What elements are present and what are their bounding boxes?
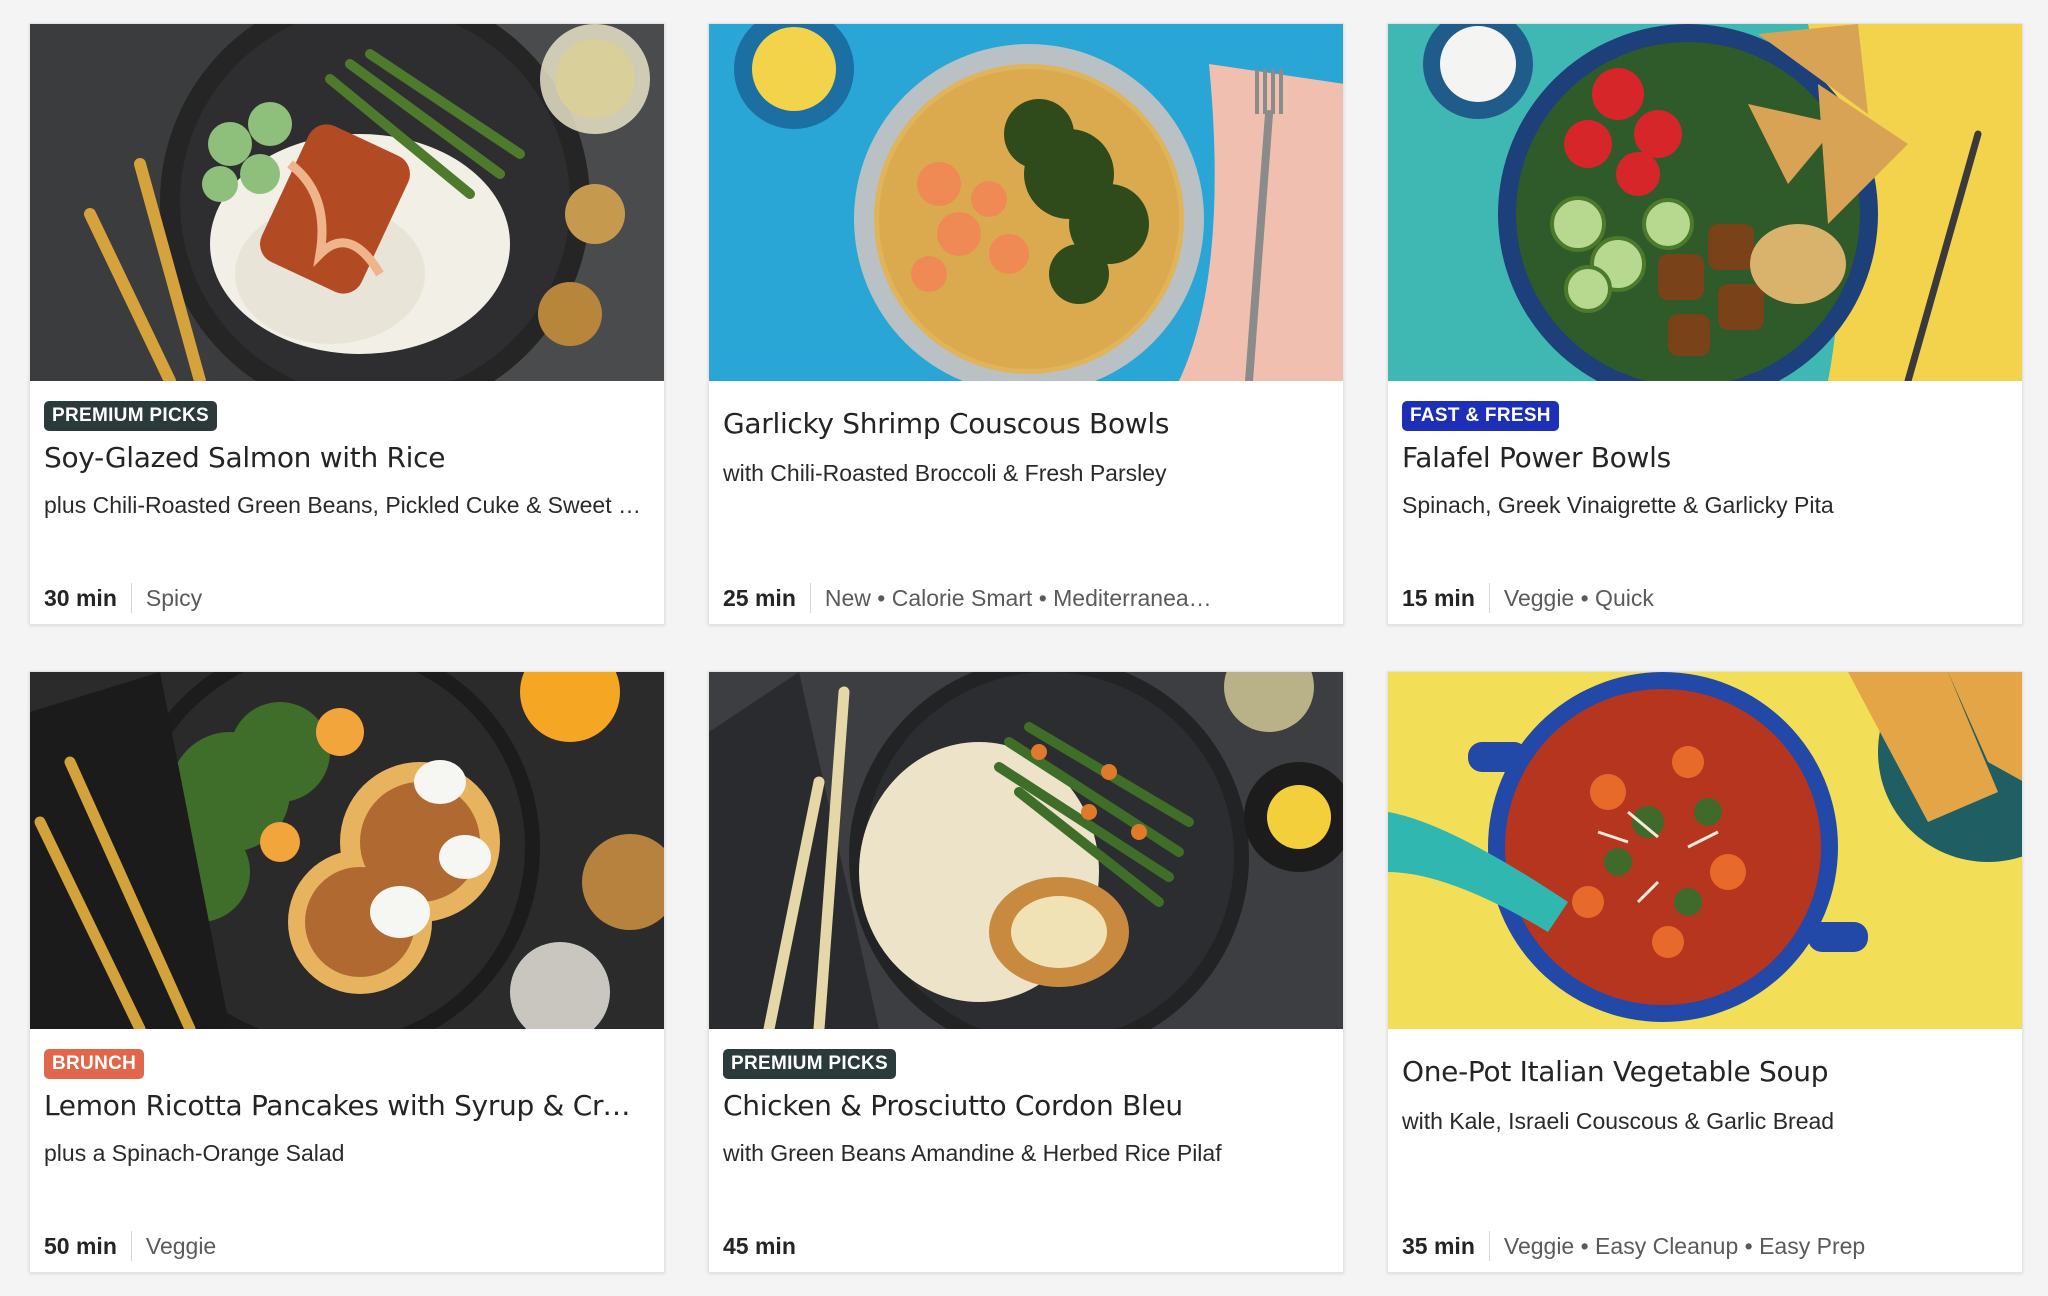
badge-premium-picks: PREMIUM PICKS xyxy=(723,1049,896,1079)
recipe-card-falafel-power-bowls[interactable]: FAST & FRESH Falafel Power Bowls Spinach… xyxy=(1387,23,2023,625)
badge-premium-picks: PREMIUM PICKS xyxy=(44,401,217,431)
recipe-subtitle: with Green Beans Amandine & Herbed Rice … xyxy=(723,1140,1222,1166)
recipe-title: Lemon Ricotta Pancakes with Syrup & Crè… xyxy=(44,1089,644,1122)
recipe-title: Soy-Glazed Salmon with Rice xyxy=(44,441,446,474)
recipe-tags: Veggie • Easy Cleanup • Easy Prep xyxy=(1503,1232,1866,1259)
recipe-card-garlicky-shrimp[interactable]: Garlicky Shrimp Couscous Bowls with Chil… xyxy=(708,23,1344,625)
recipe-photo xyxy=(30,672,664,1029)
recipe-card-body: PREMIUM PICKS Soy-Glazed Salmon with Ric… xyxy=(30,381,664,624)
recipe-title: Falafel Power Bowls xyxy=(1402,441,1671,474)
recipe-subtitle: with Chili-Roasted Broccoli & Fresh Pars… xyxy=(723,460,1167,486)
cook-time: 15 min xyxy=(1402,584,1475,611)
meta-divider xyxy=(1488,583,1490,613)
recipe-card-body: BRUNCH Lemon Ricotta Pancakes with Syrup… xyxy=(30,1029,664,1272)
recipe-meta: 15 min Veggie • Quick xyxy=(1402,583,2002,613)
recipe-title: One-Pot Italian Vegetable Soup xyxy=(1402,1055,1829,1088)
recipe-meta: 50 min Veggie xyxy=(44,1231,644,1261)
cook-time: 30 min xyxy=(44,584,117,611)
badge-brunch: BRUNCH xyxy=(44,1049,145,1079)
recipe-tags: New • Calorie Smart • Mediterranea… xyxy=(824,584,1212,611)
recipe-photo xyxy=(709,672,1343,1029)
meta-divider xyxy=(809,583,811,613)
recipe-card-lemon-ricotta-pancakes[interactable]: BRUNCH Lemon Ricotta Pancakes with Syrup… xyxy=(29,671,665,1273)
recipe-subtitle: plus a Spinach-Orange Salad xyxy=(44,1140,345,1166)
meta-divider xyxy=(130,583,132,613)
recipe-photo xyxy=(1388,24,2022,381)
recipe-card-chicken-cordon-bleu[interactable]: PREMIUM PICKS Chicken & Prosciutto Cordo… xyxy=(708,671,1344,1273)
meta-divider xyxy=(130,1231,132,1261)
recipe-photo xyxy=(30,24,664,381)
cook-time: 25 min xyxy=(723,584,796,611)
cook-time: 45 min xyxy=(723,1232,796,1259)
recipe-meta: 35 min Veggie • Easy Cleanup • Easy Prep xyxy=(1402,1231,2002,1261)
recipe-card-body: PREMIUM PICKS Chicken & Prosciutto Cordo… xyxy=(709,1029,1343,1272)
recipe-card-body: Garlicky Shrimp Couscous Bowls with Chil… xyxy=(709,381,1343,624)
cook-time: 35 min xyxy=(1402,1232,1475,1259)
recipe-tags: Veggie xyxy=(145,1232,217,1259)
recipe-tags: Spicy xyxy=(145,584,203,611)
recipe-meta: 30 min Spicy xyxy=(44,583,644,613)
recipe-title: Chicken & Prosciutto Cordon Bleu xyxy=(723,1089,1183,1122)
recipe-grid: PREMIUM PICKS Soy-Glazed Salmon with Ric… xyxy=(0,0,2048,1296)
recipe-card-soy-glazed-salmon[interactable]: PREMIUM PICKS Soy-Glazed Salmon with Ric… xyxy=(29,23,665,625)
recipe-card-body: FAST & FRESH Falafel Power Bowls Spinach… xyxy=(1388,381,2022,624)
cook-time: 50 min xyxy=(44,1232,117,1259)
recipe-meta: 25 min New • Calorie Smart • Mediterrane… xyxy=(723,583,1323,613)
recipe-tags: Veggie • Quick xyxy=(1503,584,1654,611)
recipe-card-one-pot-vegetable-soup[interactable]: One-Pot Italian Vegetable Soup with Kale… xyxy=(1387,671,2023,1273)
recipe-card-body: One-Pot Italian Vegetable Soup with Kale… xyxy=(1388,1029,2022,1272)
meta-divider xyxy=(1488,1231,1490,1261)
recipe-subtitle: Spinach, Greek Vinaigrette & Garlicky Pi… xyxy=(1402,492,1834,518)
recipe-subtitle: with Kale, Israeli Couscous & Garlic Bre… xyxy=(1402,1108,1835,1134)
badge-fast-and-fresh: FAST & FRESH xyxy=(1402,401,1559,431)
recipe-title: Garlicky Shrimp Couscous Bowls xyxy=(723,407,1170,440)
recipe-subtitle: plus Chili-Roasted Green Beans, Pickled … xyxy=(44,492,642,518)
recipe-photo xyxy=(709,24,1343,381)
recipe-meta: 45 min xyxy=(723,1231,1323,1261)
recipe-photo xyxy=(1388,672,2022,1029)
